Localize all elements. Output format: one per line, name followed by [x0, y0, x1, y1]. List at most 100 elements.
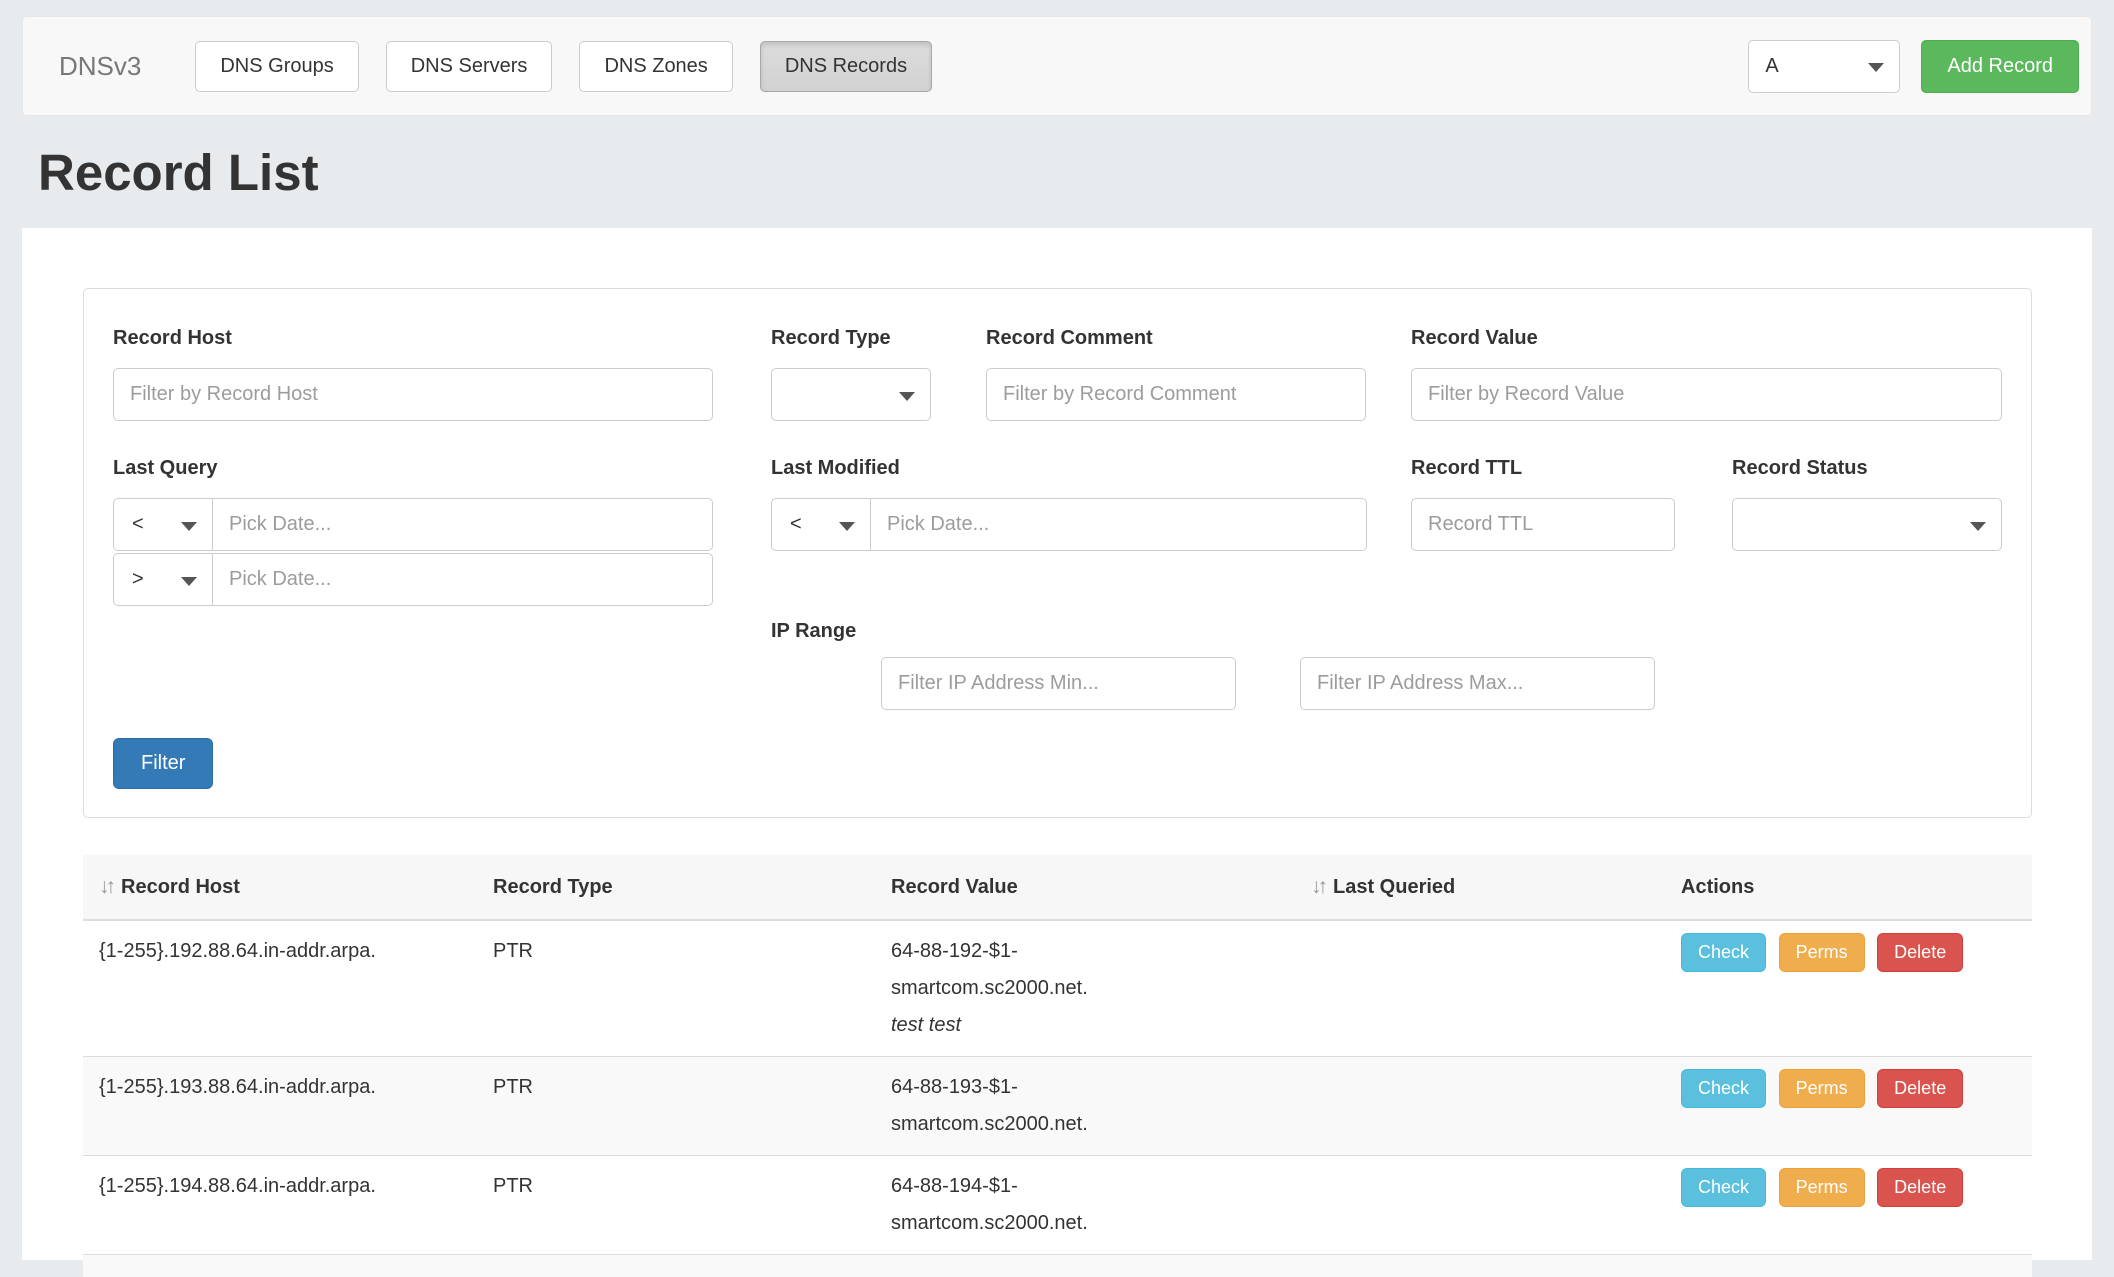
cell-record-value: 64-88-194-$1-smartcom.sc2000.net.: [875, 1156, 1295, 1255]
table-header-row: ↓↑Record Host Record Type Record Value ↓…: [83, 855, 2032, 920]
record-type-filter: Record Type: [771, 326, 931, 421]
perms-button[interactable]: Perms: [1779, 933, 1865, 972]
add-record-button[interactable]: Add Record: [1921, 40, 2079, 93]
record-status-label: Record Status: [1732, 456, 2002, 480]
record-type-select-value: A: [1765, 55, 1778, 78]
record-ttl-filter: Record TTL: [1411, 456, 1675, 551]
table-row: {1-255}.192.88.64.in-addr.arpa. PTR 64-8…: [83, 920, 2032, 1057]
record-host-input[interactable]: [113, 368, 713, 421]
cell-record-value: 64-88-193-$1-smartcom.sc2000.net.: [875, 1057, 1295, 1156]
record-comment-text: test test: [891, 1007, 1279, 1044]
record-value-input[interactable]: [1411, 368, 2002, 421]
th-last-queried[interactable]: ↓↑Last Queried: [1295, 855, 1665, 920]
record-comment-input[interactable]: [986, 368, 1366, 421]
navbar-right-group: A Add Record: [1748, 40, 2079, 93]
record-value-text: 64-88-194-$1-smartcom.sc2000.net.: [891, 1168, 1109, 1242]
cell-record-type: PTR: [477, 1057, 875, 1156]
cell-record-value: 64-88-192-$1-smartcom.sc2000.net. test t…: [875, 920, 1295, 1057]
nav-dns-servers-button[interactable]: DNS Servers: [386, 41, 553, 92]
page-title: Record List: [38, 143, 319, 202]
last-query-lt-date-input[interactable]: [212, 498, 713, 551]
last-query-gt-value: >: [132, 568, 144, 591]
cell-record-host: {1-255}.194.88.64.in-addr.arpa.: [83, 1156, 477, 1255]
last-query-lt-select[interactable]: <: [113, 498, 213, 551]
th-record-value-label: Record Value: [891, 876, 1018, 898]
cell-last-queried: [1295, 1156, 1665, 1255]
record-ttl-label: Record TTL: [1411, 456, 1675, 480]
record-comment-filter: Record Comment: [986, 326, 1366, 421]
perms-button[interactable]: Perms: [1779, 1168, 1865, 1207]
filter-panel: Record Host Record Type Record Comment R…: [83, 288, 2032, 818]
table-row: {1-255}.194.88.64.in-addr.arpa. PTR 64-8…: [83, 1156, 2032, 1255]
cell-actions: Check Perms Delete: [1665, 1057, 2032, 1156]
cell-actions: Check Perms Delete: [1665, 1156, 2032, 1255]
record-type-select[interactable]: A: [1748, 40, 1900, 93]
last-query-gt-date-input[interactable]: [212, 553, 713, 606]
cell-actions: Check Perms Delete: [1665, 920, 2032, 1057]
ip-range-label: IP Range: [771, 619, 1671, 643]
navbar: DNSv3 DNS Groups DNS Servers DNS Zones D…: [22, 16, 2092, 116]
delete-button[interactable]: Delete: [1877, 1168, 1963, 1207]
nav-buttons: DNS Groups DNS Servers DNS Zones DNS Rec…: [195, 41, 932, 92]
records-table: ↓↑Record Host Record Type Record Value ↓…: [83, 855, 2032, 1277]
check-button[interactable]: Check: [1681, 1069, 1766, 1108]
chevron-down-icon: [899, 392, 915, 401]
record-status-filter: Record Status: [1732, 456, 2002, 551]
last-modified-filter: Last Modified <: [771, 456, 1367, 553]
record-type-label: Record Type: [771, 326, 931, 350]
th-record-value: Record Value: [875, 855, 1295, 920]
chevron-down-icon: [1868, 63, 1884, 72]
last-query-label: Last Query: [113, 456, 713, 480]
ip-range-filter: IP Range: [771, 619, 1671, 710]
last-modified-label: Last Modified: [771, 456, 1367, 480]
nav-dns-zones-button[interactable]: DNS Zones: [579, 41, 732, 92]
record-value-text: 64-88-192-$1-smartcom.sc2000.net.: [891, 933, 1109, 1007]
check-button[interactable]: Check: [1681, 1168, 1766, 1207]
table-row-partial: [83, 1255, 2032, 1277]
check-button[interactable]: Check: [1681, 933, 1766, 972]
chevron-down-icon: [839, 522, 855, 531]
delete-button[interactable]: Delete: [1877, 933, 1963, 972]
last-modified-date-input[interactable]: [870, 498, 1367, 551]
th-record-host[interactable]: ↓↑Record Host: [83, 855, 477, 920]
record-value-text: 64-88-193-$1-smartcom.sc2000.net.: [891, 1069, 1109, 1143]
ip-min-input[interactable]: [881, 657, 1236, 710]
cell-last-queried: [1295, 920, 1665, 1057]
sort-icon[interactable]: ↓↑: [99, 875, 121, 898]
last-modified-lt-value: <: [790, 513, 802, 536]
main-panel: Record Host Record Type Record Comment R…: [22, 228, 2092, 1260]
record-status-select[interactable]: [1732, 498, 2002, 551]
th-actions: Actions: [1665, 855, 2032, 920]
th-record-type-label: Record Type: [493, 876, 613, 898]
record-ttl-input[interactable]: [1411, 498, 1675, 551]
th-last-queried-label: Last Queried: [1333, 876, 1455, 898]
cell-record-host: {1-255}.192.88.64.in-addr.arpa.: [83, 920, 477, 1057]
nav-dns-records-button[interactable]: DNS Records: [760, 41, 932, 92]
delete-button[interactable]: Delete: [1877, 1069, 1963, 1108]
cell-record-type: PTR: [477, 920, 875, 1057]
record-comment-label: Record Comment: [986, 326, 1366, 350]
last-query-gt-select[interactable]: >: [113, 553, 213, 606]
th-record-type: Record Type: [477, 855, 875, 920]
th-actions-label: Actions: [1681, 876, 1754, 898]
record-host-filter: Record Host: [113, 326, 713, 421]
table-row: {1-255}.193.88.64.in-addr.arpa. PTR 64-8…: [83, 1057, 2032, 1156]
last-query-lt-value: <: [132, 513, 144, 536]
brand: DNSv3: [59, 51, 141, 82]
filter-button[interactable]: Filter: [113, 738, 213, 789]
chevron-down-icon: [181, 577, 197, 586]
ip-max-input[interactable]: [1300, 657, 1655, 710]
cell-record-type: PTR: [477, 1156, 875, 1255]
chevron-down-icon: [1970, 522, 1986, 531]
cell-last-queried: [1295, 1057, 1665, 1156]
nav-dns-groups-button[interactable]: DNS Groups: [195, 41, 358, 92]
record-type-filter-select[interactable]: [771, 368, 931, 421]
perms-button[interactable]: Perms: [1779, 1069, 1865, 1108]
th-record-host-label: Record Host: [121, 876, 240, 898]
cell-record-host: {1-255}.193.88.64.in-addr.arpa.: [83, 1057, 477, 1156]
last-modified-lt-select[interactable]: <: [771, 498, 871, 551]
sort-icon[interactable]: ↓↑: [1311, 875, 1333, 898]
record-value-filter: Record Value: [1411, 326, 2002, 421]
record-host-label: Record Host: [113, 326, 713, 350]
last-query-filter: Last Query < >: [113, 456, 713, 608]
